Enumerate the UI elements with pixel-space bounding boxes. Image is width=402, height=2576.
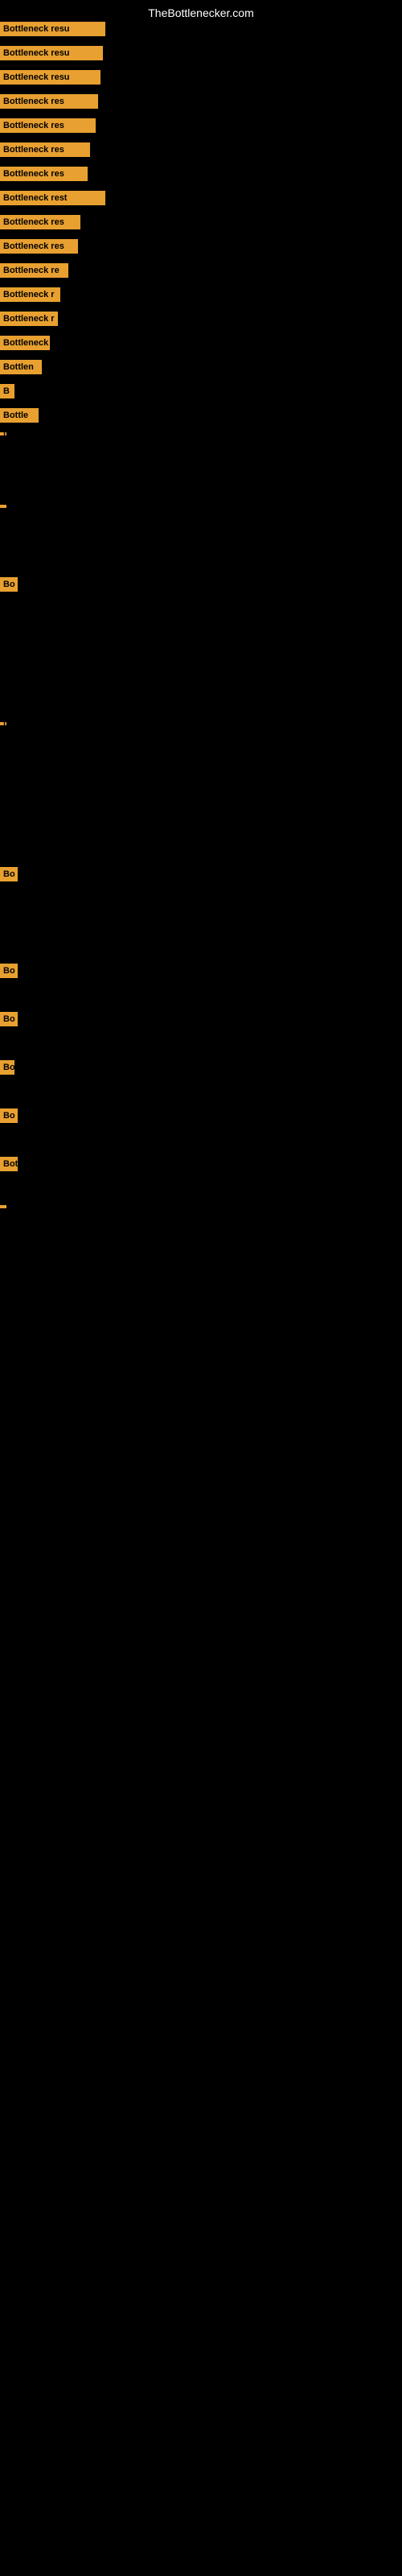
bar-item-12: Bottleneck r xyxy=(0,287,60,302)
bar-item-21: | xyxy=(0,722,6,725)
bar-item-15: Bottlen xyxy=(0,360,42,374)
bar-item-20: Bo xyxy=(0,577,18,592)
bar-item-26: Bo xyxy=(0,1108,18,1123)
bar-item-1: Bottleneck resu xyxy=(0,22,105,36)
bar-item-27: Bot xyxy=(0,1157,18,1171)
bar-item-6: Bottleneck res xyxy=(0,142,90,157)
bar-item-4: Bottleneck res xyxy=(0,94,98,109)
bar-item-24: Bo xyxy=(0,1012,18,1026)
bar-item-13: Bottleneck r xyxy=(0,312,58,326)
site-title: TheBottlenecker.com xyxy=(148,6,254,19)
bar-item-16: B xyxy=(0,384,14,398)
bar-item-28 xyxy=(0,1205,6,1208)
bar-item-25: Bo xyxy=(0,1060,14,1075)
bar-item-17: Bottle xyxy=(0,408,39,423)
bar-item-19 xyxy=(0,505,6,508)
bar-item-23: Bo xyxy=(0,964,18,978)
bar-item-3: Bottleneck resu xyxy=(0,70,100,85)
bar-item-9: Bottleneck res xyxy=(0,215,80,229)
bar-item-22: Bo xyxy=(0,867,18,881)
bar-item-8: Bottleneck rest xyxy=(0,191,105,205)
bar-item-18: | xyxy=(0,432,6,436)
bar-item-5: Bottleneck res xyxy=(0,118,96,133)
bar-item-14: Bottleneck e xyxy=(0,336,50,350)
bar-item-10: Bottleneck res xyxy=(0,239,78,254)
bar-item-7: Bottleneck res xyxy=(0,167,88,181)
bar-item-2: Bottleneck resu xyxy=(0,46,103,60)
bar-item-11: Bottleneck re xyxy=(0,263,68,278)
